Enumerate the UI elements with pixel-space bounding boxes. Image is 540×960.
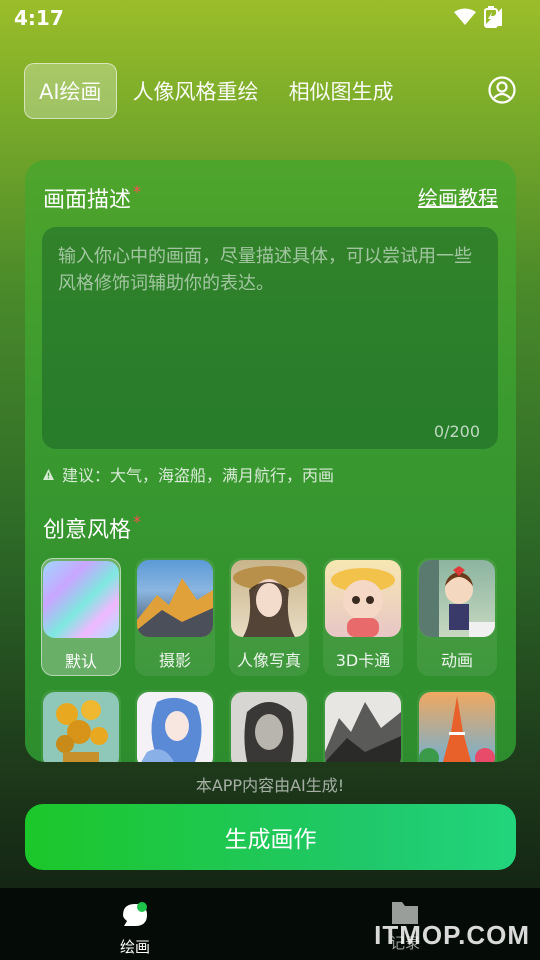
style-thumb-portrait (231, 560, 307, 637)
wifi-icon (454, 8, 476, 25)
style-title-text: 创意风格 (43, 518, 132, 543)
chat-bubble-icon (123, 902, 147, 926)
style-thumb-default (43, 561, 119, 638)
style-option-3d-cartoon[interactable]: 3D卡通 (323, 558, 403, 676)
style-thumb-ink-painting (325, 692, 401, 762)
description-input[interactable]: 输入你心中的画面，尽量描述具体，可以尝试用一些风格修饰词辅助你的表达。 0/20… (42, 227, 498, 449)
style-option-oil-painting[interactable] (41, 690, 121, 762)
style-option-sketch[interactable] (229, 690, 309, 762)
style-title: 创意风格 * (43, 512, 141, 544)
style-label: 默认 (64, 652, 97, 671)
ai-disclaimer: 本APP内容由AI生成! (195, 776, 345, 795)
style-thumb-3d-cartoon (325, 560, 401, 637)
style-label: 3D卡通 (335, 651, 391, 670)
style-option-animation[interactable]: 动画 (417, 558, 497, 676)
style-thumb-animation (419, 560, 495, 637)
nav-label-draw: 绘画 (119, 938, 150, 956)
style-row-1: 默认 摄影 人像写真 3D卡通 动画 (41, 558, 497, 676)
user-circle-icon[interactable] (488, 76, 516, 104)
description-title: 画面描述 * (43, 182, 141, 214)
tab-portrait-restyle[interactable]: 人像风格重绘 (133, 76, 259, 106)
style-option-illustration[interactable] (417, 690, 497, 762)
suggestion-label: 建议：大气，海盗船，满月航行，丙画 (62, 466, 335, 485)
suggestion-text: 建议：大气，海盗船，满月航行，丙画 (43, 462, 334, 486)
style-row-2 (41, 690, 497, 762)
style-label: 摄影 (158, 651, 191, 670)
watermark-logo: ITMOP.COM (374, 920, 530, 950)
style-thumb-sunflowers (43, 692, 119, 762)
style-option-ink[interactable] (323, 690, 403, 762)
status-time: 4:17 (14, 6, 64, 30)
style-thumb-photography (137, 560, 213, 637)
style-thumb-watercolor (137, 692, 213, 762)
style-thumb-eiffel (419, 692, 495, 762)
main-card: 画面描述 * 绘画教程 输入你心中的画面，尽量描述具体，可以尝试用一些风格修饰词辅… (25, 160, 516, 762)
status-bar: 4:17 (0, 0, 540, 36)
required-mark: * (133, 512, 142, 531)
nav-item-draw[interactable]: 绘画 (85, 888, 185, 960)
style-option-default[interactable]: 默认 (41, 558, 121, 676)
style-option-watercolor[interactable] (135, 690, 215, 762)
tab-ai-drawing[interactable]: AI绘画 (24, 62, 117, 119)
required-mark: * (133, 182, 142, 201)
top-tabs: AI绘画 人像风格重绘 相似图生成 (24, 62, 424, 119)
style-label: 人像写真 (236, 651, 301, 670)
tab-similar-image[interactable]: 相似图生成 (289, 76, 394, 106)
battery-icon (484, 6, 498, 28)
style-option-photography[interactable]: 摄影 (135, 558, 215, 676)
warning-icon (43, 468, 54, 480)
generate-button[interactable]: 生成画作 (25, 804, 516, 870)
char-counter: 0/200 (433, 422, 480, 441)
description-title-text: 画面描述 (43, 188, 132, 213)
tutorial-link[interactable]: 绘画教程 (418, 182, 498, 211)
style-option-portrait[interactable]: 人像写真 (229, 558, 309, 676)
description-placeholder: 输入你心中的画面，尽量描述具体，可以尝试用一些风格修饰词辅助你的表达。 (58, 246, 472, 294)
style-thumb-sketch (231, 692, 307, 762)
style-label: 动画 (440, 651, 473, 670)
